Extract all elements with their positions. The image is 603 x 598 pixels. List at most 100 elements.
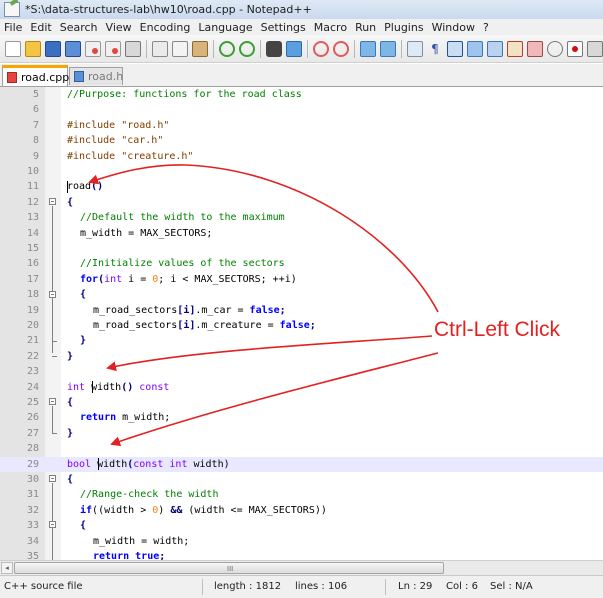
fold-guide xyxy=(52,206,53,353)
code-text: } xyxy=(80,335,87,347)
new-file-icon[interactable] xyxy=(5,40,21,57)
fold-collapse-icon[interactable] xyxy=(49,475,56,482)
menu-edit[interactable]: Edit xyxy=(26,21,55,34)
print-icon[interactable] xyxy=(125,40,141,57)
code-line: 22} xyxy=(0,349,603,364)
code-line: 31 //Range-check the width xyxy=(0,487,603,502)
code-text: #include "car.h" xyxy=(67,135,164,147)
horizontal-scrollbar[interactable]: ◂ III xyxy=(0,560,603,575)
menu-file[interactable]: File xyxy=(0,21,26,34)
fold-end-marker xyxy=(52,356,57,357)
line-number: 11 xyxy=(26,181,39,193)
line-number: 27 xyxy=(26,427,39,439)
fold-collapse-icon[interactable] xyxy=(49,198,56,205)
code-line: 34 m_width = width; xyxy=(0,534,603,549)
sync-horizontal-icon[interactable] xyxy=(380,40,396,57)
scroll-left-arrow[interactable]: ◂ xyxy=(1,562,13,574)
tab-road-h[interactable]: road.h xyxy=(69,67,123,85)
user-language-icon[interactable] xyxy=(467,40,483,57)
record-macro-icon[interactable] xyxy=(567,40,583,57)
show-all-chars-icon[interactable]: ¶ xyxy=(427,41,443,57)
tab-road-cpp[interactable]: road.cpp xyxy=(2,65,70,86)
code-text: m_road_sectors[i].m_car = false; xyxy=(93,304,286,316)
code-text: road() xyxy=(67,181,104,193)
menu-search[interactable]: Search xyxy=(56,21,102,34)
monitor-icon[interactable] xyxy=(527,40,543,57)
sync-vertical-icon[interactable] xyxy=(360,40,376,57)
redo-icon[interactable] xyxy=(239,40,255,57)
undo-icon[interactable] xyxy=(219,40,235,57)
find-icon[interactable] xyxy=(266,40,282,57)
scrollbar-thumb[interactable]: III xyxy=(14,562,444,574)
code-text: } xyxy=(67,350,74,362)
line-number: 16 xyxy=(26,258,39,270)
line-number: 8 xyxy=(32,135,39,147)
eye-icon[interactable] xyxy=(547,40,563,57)
toolbar-separator xyxy=(354,39,355,58)
word-wrap-icon[interactable] xyxy=(407,40,423,57)
line-number: 20 xyxy=(26,320,39,331)
menu-macro[interactable]: Macro xyxy=(310,21,351,34)
menu-language[interactable]: Language xyxy=(194,21,256,34)
zoom-in-icon[interactable] xyxy=(313,40,329,57)
zoom-out-icon[interactable] xyxy=(333,40,349,57)
line-number: 28 xyxy=(26,443,39,455)
replace-icon[interactable] xyxy=(286,40,302,57)
function-list-icon[interactable] xyxy=(507,40,523,57)
code-text: { xyxy=(80,289,87,301)
code-text: //Initialize values of the sectors xyxy=(80,258,285,270)
menu-run[interactable]: Run xyxy=(351,21,380,34)
code-line: 24 int width() const xyxy=(0,380,603,395)
code-line: 11 road() xyxy=(0,179,603,194)
code-text: for(int i = 0; i < MAX_SECTORS; ++i) xyxy=(80,273,297,285)
doc-map-icon[interactable] xyxy=(487,40,503,57)
close-icon[interactable] xyxy=(85,40,101,57)
line-number: 13 xyxy=(26,212,39,224)
fold-collapse-icon[interactable] xyxy=(49,291,56,298)
code-line: 7 #include "road.h" xyxy=(0,118,603,133)
line-number: 18 xyxy=(26,289,39,301)
menu-settings[interactable]: Settings xyxy=(257,21,310,34)
line-number: 10 xyxy=(26,166,39,177)
line-number: 21 xyxy=(26,335,39,347)
fold-collapse-icon[interactable] xyxy=(49,398,56,405)
code-text: return true; xyxy=(93,551,166,560)
notepadpp-app-icon xyxy=(4,2,20,17)
line-number: 24 xyxy=(26,381,39,393)
tab-label: road.cpp xyxy=(21,70,70,84)
cut-icon[interactable] xyxy=(152,40,168,57)
save-icon[interactable] xyxy=(45,40,61,57)
code-text: //Purpose: functions for the road class xyxy=(67,89,302,100)
code-line: 5 //Purpose: functions for the road class xyxy=(0,87,603,102)
menu-plugins[interactable]: Plugins xyxy=(380,21,427,34)
code-text: int width() const xyxy=(67,381,170,393)
stop-macro-icon[interactable] xyxy=(587,40,603,57)
text-cursor xyxy=(92,381,93,393)
code-text: m_width = width; xyxy=(93,535,190,547)
menu-encoding[interactable]: Encoding xyxy=(136,21,195,34)
line-number: 33 xyxy=(26,520,39,532)
menu-view[interactable]: View xyxy=(102,21,136,34)
close-all-icon[interactable] xyxy=(105,40,121,57)
code-line: 8 #include "car.h" xyxy=(0,133,603,148)
code-text: } xyxy=(67,427,74,439)
fold-collapse-icon[interactable] xyxy=(49,521,56,528)
menu-window[interactable]: Window xyxy=(428,21,479,34)
paste-icon[interactable] xyxy=(192,40,208,57)
toolbar: ¶ xyxy=(0,35,603,63)
code-text: if((width > 0) && (width <= MAX_SECTORS)… xyxy=(80,504,327,516)
code-line: 18 { xyxy=(0,287,603,302)
indent-guide-icon[interactable] xyxy=(447,40,463,57)
code-line: 26 return m_width; xyxy=(0,410,603,425)
copy-icon[interactable] xyxy=(172,40,188,57)
toolbar-separator xyxy=(307,39,308,58)
open-file-icon[interactable] xyxy=(25,40,41,57)
toolbar-separator xyxy=(260,39,261,58)
code-text: m_width = MAX_SECTORS; xyxy=(80,227,213,239)
save-all-icon[interactable] xyxy=(65,40,81,57)
line-number: 32 xyxy=(26,504,39,516)
code-line: 16 //Initialize values of the sectors xyxy=(0,256,603,271)
line-number: 12 xyxy=(26,196,39,208)
menu-help[interactable]: ? xyxy=(479,21,493,34)
ctrl-left-click-callout: Ctrl-Left Click xyxy=(434,318,561,341)
